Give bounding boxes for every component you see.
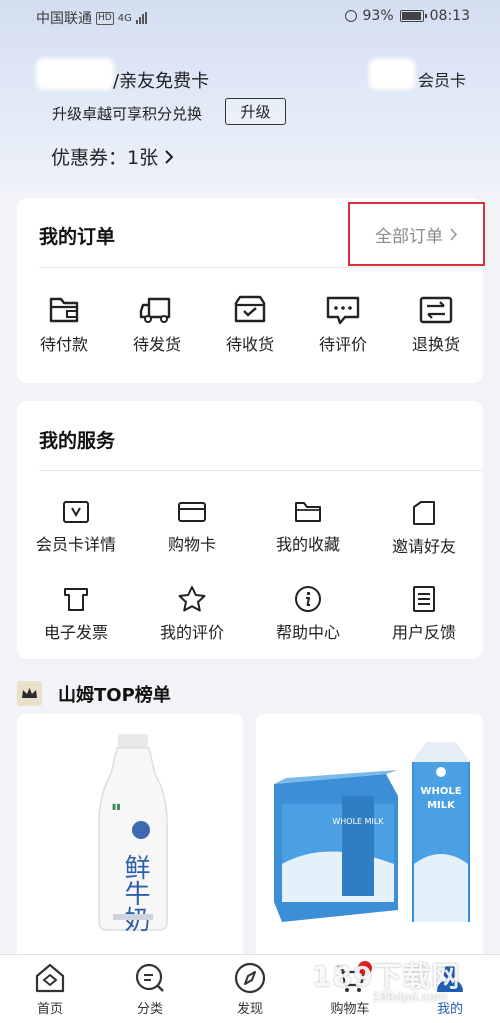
hd-badge: HD bbox=[96, 11, 114, 25]
milk-bottle-image: ▮▮ 鲜牛奶 bbox=[98, 734, 168, 932]
service-label: 购物卡 bbox=[167, 535, 216, 554]
service-label: 电子发票 bbox=[43, 623, 108, 642]
svg-text:▮▮: ▮▮ bbox=[112, 802, 121, 811]
network-type: 4G bbox=[117, 12, 132, 24]
orders-title: 我的订单 bbox=[39, 226, 116, 248]
all-orders-label: 全部订单 bbox=[375, 226, 443, 247]
order-pending-shipment[interactable]: 待发货 bbox=[110, 295, 204, 355]
product-card-whole-milk[interactable]: WHOLE MILK WHOLE MILK bbox=[256, 714, 483, 959]
nav-label: 发现 bbox=[236, 1002, 263, 1017]
service-label: 我的评价 bbox=[159, 623, 224, 642]
document-icon bbox=[413, 586, 435, 612]
orders-card: 我的订单 全部订单 待付款 待发货 待收货 待评价 退换货 bbox=[17, 198, 485, 383]
svg-text:WHOLE: WHOLE bbox=[420, 786, 461, 797]
order-item-label: 退换货 bbox=[411, 335, 460, 354]
invoice-icon bbox=[64, 588, 88, 611]
coupon-link[interactable]: 优惠券：1张 bbox=[51, 143, 174, 170]
card-name: /亲友免费卡 bbox=[113, 71, 210, 92]
wallet-icon bbox=[49, 297, 79, 323]
package-icon bbox=[234, 295, 266, 323]
member-card-label[interactable]: 会员卡 bbox=[418, 67, 466, 91]
site-watermark-url: 189dpd.com bbox=[372, 990, 448, 1004]
service-user-feedback[interactable]: 用户反馈 bbox=[377, 585, 471, 643]
nav-label: 首页 bbox=[36, 1002, 63, 1017]
star-icon bbox=[178, 586, 206, 612]
services-divider bbox=[39, 470, 483, 471]
upgrade-hint: 升级卓越可享积分兑换 bbox=[52, 105, 203, 123]
service-invite-friends[interactable]: 邀请好友 bbox=[377, 499, 471, 557]
order-item-label: 待发货 bbox=[132, 335, 181, 354]
service-member-card[interactable]: 会员卡详情 bbox=[29, 499, 123, 555]
carrier-label: 中国联通 bbox=[36, 11, 92, 27]
nav-label: 购物车 bbox=[330, 1002, 370, 1017]
order-item-label: 待付款 bbox=[39, 335, 88, 354]
product-label: 鲜牛奶 bbox=[120, 854, 150, 932]
chevron-right-icon bbox=[450, 227, 458, 241]
compass-icon bbox=[234, 962, 266, 994]
nav-label: 分类 bbox=[136, 1002, 163, 1017]
all-orders-link[interactable]: 全部订单 bbox=[348, 202, 485, 266]
member-header: 中国联通 HD 4G 93% 08:13 /亲友免费卡 会员卡 升级卓越可享积分… bbox=[0, 0, 500, 192]
blurred-name bbox=[36, 58, 114, 90]
order-pending-receipt[interactable]: 待收货 bbox=[203, 295, 297, 355]
upgrade-button[interactable]: 升级 bbox=[225, 98, 286, 125]
signal-icon bbox=[135, 12, 147, 24]
battery-icon bbox=[399, 10, 427, 22]
product-card-fresh-milk[interactable]: ▮▮ 鲜牛奶 bbox=[17, 714, 243, 959]
comment-icon bbox=[326, 296, 360, 325]
service-label: 用户反馈 bbox=[391, 623, 456, 642]
status-right: 93% 08:13 bbox=[344, 8, 470, 24]
order-item-label: 待收货 bbox=[225, 335, 274, 354]
folder-icon bbox=[295, 502, 321, 522]
services-card: 我的服务 会员卡详情 购物卡 我的收藏 邀请好友 电子发票 我的评价 帮助中心 … bbox=[17, 401, 483, 659]
member-card-icon bbox=[63, 501, 89, 523]
info-icon bbox=[295, 586, 321, 612]
credit-card-icon bbox=[178, 502, 206, 522]
exchange-icon bbox=[419, 296, 453, 324]
truck-icon bbox=[139, 297, 171, 323]
clock: 08:13 bbox=[429, 8, 470, 24]
site-watermark: 189下载网 bbox=[312, 960, 461, 993]
status-bar: 中国联通 HD 4G 93% 08:13 bbox=[0, 0, 500, 34]
blurred-id bbox=[369, 58, 415, 90]
whole-milk-box-image: WHOLE MILK WHOLE MILK bbox=[274, 742, 470, 922]
top-list-title[interactable]: 山姆TOP榜单 bbox=[58, 681, 171, 707]
nav-discover[interactable]: 发现 bbox=[210, 961, 290, 1017]
invite-icon bbox=[413, 501, 435, 525]
service-my-reviews[interactable]: 我的评价 bbox=[145, 585, 239, 643]
order-pending-payment[interactable]: 待付款 bbox=[17, 295, 111, 355]
crown-icon bbox=[17, 681, 42, 706]
chevron-right-icon bbox=[165, 149, 174, 164]
service-label: 会员卡详情 bbox=[35, 535, 116, 554]
category-icon bbox=[135, 963, 164, 992]
nav-home[interactable]: 首页 bbox=[10, 961, 90, 1017]
home-icon bbox=[35, 963, 65, 993]
product-label: WHOLE MILK bbox=[332, 817, 384, 826]
nav-category[interactable]: 分类 bbox=[110, 961, 190, 1017]
status-left: 中国联通 HD 4G bbox=[36, 8, 147, 28]
order-item-label: 待评价 bbox=[318, 335, 367, 354]
service-label: 帮助中心 bbox=[275, 623, 340, 642]
coupon-label: 优惠券：1张 bbox=[51, 147, 159, 169]
order-pending-review[interactable]: 待评价 bbox=[296, 295, 390, 355]
orders-divider bbox=[39, 267, 483, 268]
service-shopping-card[interactable]: 购物卡 bbox=[145, 499, 239, 555]
alarm-icon bbox=[344, 10, 357, 22]
service-help-center[interactable]: 帮助中心 bbox=[261, 585, 355, 643]
svg-text:MILK: MILK bbox=[427, 800, 456, 811]
service-label: 我的收藏 bbox=[275, 535, 340, 554]
service-favorites[interactable]: 我的收藏 bbox=[261, 499, 355, 555]
service-e-invoice[interactable]: 电子发票 bbox=[29, 585, 123, 643]
battery-percent: 93% bbox=[362, 8, 394, 24]
order-returns[interactable]: 退换货 bbox=[389, 295, 483, 355]
services-title: 我的服务 bbox=[39, 430, 116, 452]
service-label: 邀请好友 bbox=[391, 537, 456, 556]
